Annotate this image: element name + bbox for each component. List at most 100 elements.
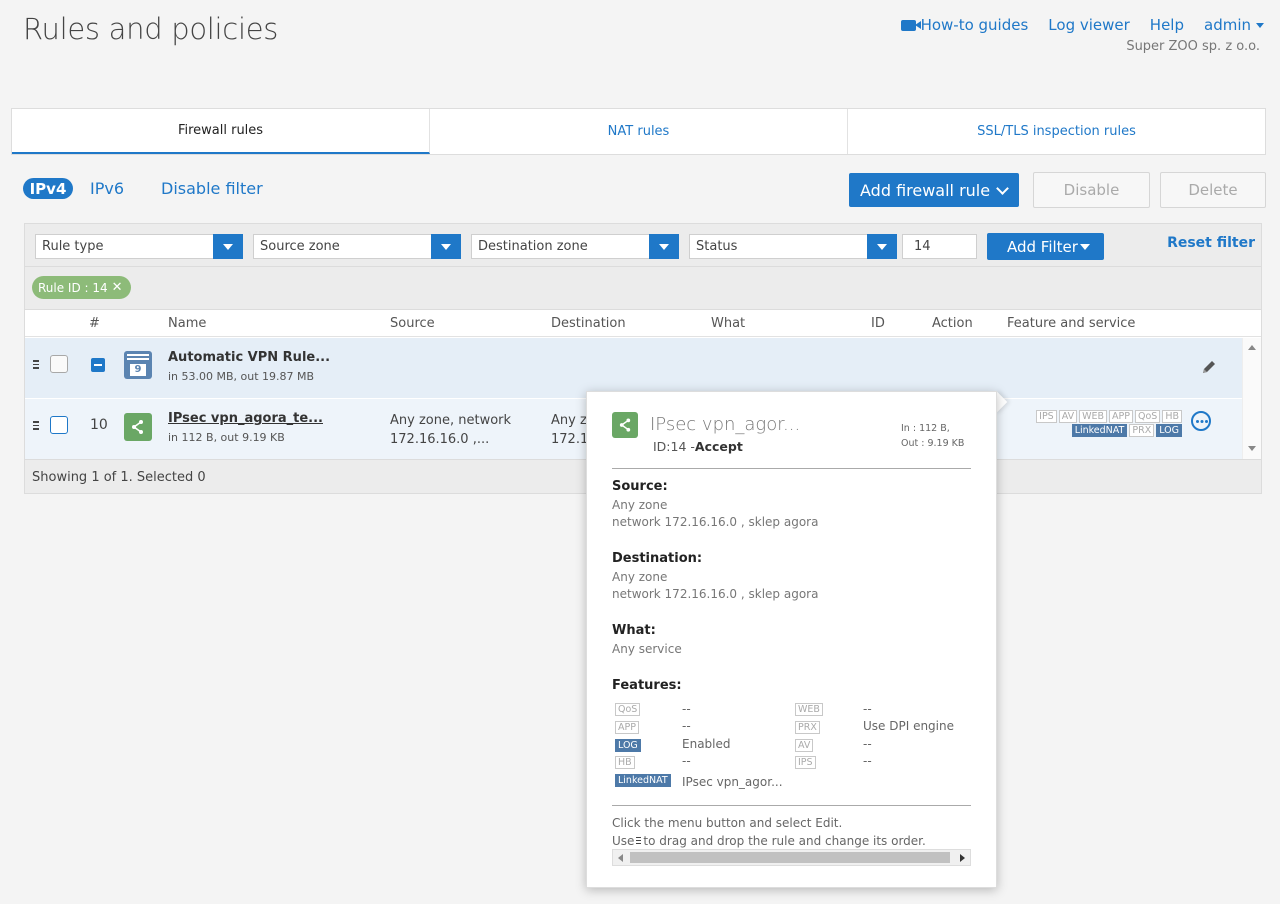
delete-button[interactable]: Delete [1160,172,1266,208]
ipv6-toggle[interactable]: IPv6 [90,179,124,198]
rule-details-popover: IPsec vpn_agor... ID:14 -Accept In : 112… [586,391,997,888]
filter-panel: Rule type Source zone Destination zone S… [24,223,1262,310]
feature-tag-web: WEB [795,703,823,716]
rule-name-link[interactable]: IPsec vpn_agora_te... [168,411,323,426]
destination-heading: Destination: [612,551,703,566]
horizontal-scrollbar[interactable] [612,849,971,866]
reset-filter-link[interactable]: Reset filter [1167,235,1255,251]
log-viewer-link[interactable]: Log viewer [1048,16,1130,34]
drag-handle-icon[interactable] [33,360,39,371]
feature-value-linkednat: IPsec vpn_agor... [682,775,783,789]
feature-tag-prx: PRX [795,721,820,734]
source-zone-select[interactable]: Source zone [253,234,461,259]
features-heading: Features: [612,678,682,693]
scroll-left-icon[interactable] [618,854,623,862]
status-select[interactable]: Status [689,234,897,259]
disable-filter-link[interactable]: Disable filter [161,179,263,198]
table-header: # Name Source Destination What ID Action… [25,310,1261,337]
video-camera-icon [900,20,921,31]
howto-guides-link[interactable]: How-to guides [900,16,1028,34]
close-icon[interactable]: ✕ [112,280,123,295]
drag-handle-icon[interactable] [33,421,39,432]
scroll-up-icon[interactable] [1248,345,1256,350]
add-firewall-rule-button[interactable]: Add firewall rule [849,173,1019,207]
divider [612,468,971,469]
disable-button[interactable]: Disable [1033,172,1150,208]
what-heading: What: [612,623,656,638]
feature-tag-app: APP [1109,410,1133,423]
feature-value-web: -- [863,702,872,716]
feature-tags: IPS AV WEB APP QoS HB LinkedNAT PRX LOG [1020,410,1182,438]
feature-value-app: -- [682,719,691,733]
row-checkbox[interactable] [50,355,68,373]
col-number: # [89,316,100,331]
dropdown-arrow-icon [649,234,679,259]
vertical-scrollbar[interactable] [1242,338,1261,459]
table-row-group[interactable]: 9 Automatic VPN Rule... in 53.00 MB, out… [25,338,1242,399]
what-details: Any service [612,642,682,656]
top-nav: How-to guides Log viewer Help admin [900,16,1264,34]
col-feature-service: Feature and service [1007,316,1136,331]
tab-nat-rules[interactable]: NAT rules [430,109,848,154]
ipv4-toggle[interactable]: IPv4 [23,178,73,199]
pencil-icon[interactable] [1200,358,1218,376]
feature-value-prx: Use DPI engine [863,719,954,733]
popover-traffic: In : 112 B, Out : 9.19 KB [901,423,965,449]
popover-rule-id: ID:14 -Accept [653,439,743,454]
row-checkbox[interactable] [50,416,68,434]
add-filter-button[interactable]: Add Filter [987,233,1104,260]
col-action: Action [932,316,973,331]
rule-group-name[interactable]: Automatic VPN Rule... [168,350,330,365]
filter-chip-rule-id: Rule ID : 14 ✕ [32,276,131,299]
tab-ssl-tls-inspection-rules[interactable]: SSL/TLS inspection rules [848,109,1265,154]
feature-tag-qos: QoS [1135,410,1161,423]
feature-tag-prx: PRX [1129,424,1155,437]
scroll-down-icon[interactable] [1248,446,1256,451]
dropdown-arrow-icon [431,234,461,259]
chevron-down-icon [996,182,1009,195]
feature-tag-linkednat: LinkedNAT [615,774,671,787]
feature-tag-linkednat: LinkedNAT [1071,424,1128,437]
destination-zone-select[interactable]: Destination zone [471,234,679,259]
rule-source: Any zone, network 172.16.16.0 ,... [390,413,512,447]
caret-down-icon [1256,23,1264,28]
help-link[interactable]: Help [1150,16,1184,34]
feature-tag-av: AV [1058,410,1078,423]
destination-details: Any zone network 172.16.16.0 , sklep ago… [612,570,819,601]
more-options-icon[interactable] [1191,411,1211,431]
divider [25,266,1261,267]
col-id: ID [871,316,885,331]
source-heading: Source: [612,479,668,494]
feature-value-log: Enabled [682,737,731,751]
drag-handle-icon [636,837,642,846]
tab-bar: Firewall rules NAT rules SSL/TLS inspect… [11,108,1266,155]
popover-title: IPsec vpn_agor... [650,414,801,435]
source-details: Any zone network 172.16.16.0 , sklep ago… [612,498,819,529]
company-name: Super ZOO sp. z o.o. [1126,39,1260,54]
caret-down-icon [1080,244,1090,250]
feature-tag-qos: QoS [615,703,641,716]
feature-tag-ips: IPS [795,756,816,769]
scrollbar-thumb[interactable] [630,852,950,863]
rule-destination: Any z 172.1 [551,413,589,447]
col-what: What [711,316,746,331]
collapse-icon[interactable] [91,358,105,372]
rule-type-select[interactable]: Rule type [35,234,243,259]
col-source: Source [390,316,435,331]
page-title: Rules and policies [23,12,279,46]
scroll-right-icon[interactable] [960,854,965,862]
rule-number: 10 [90,417,108,433]
feature-tag-av: AV [795,739,814,752]
tab-firewall-rules[interactable]: Firewall rules [12,109,430,154]
feature-value-ips: -- [863,754,872,768]
feature-tag-app: APP [615,721,639,734]
col-destination: Destination [551,316,626,331]
user-menu[interactable]: admin [1204,16,1264,34]
feature-tag-hb: HB [615,756,635,769]
share-icon [124,413,152,441]
rule-id-input[interactable]: 14 [902,234,977,259]
rule-group-icon: 9 [124,351,152,379]
rule-traffic: in 112 B, out 9.19 KB [168,431,285,444]
rule-group-traffic: in 53.00 MB, out 19.87 MB [168,370,315,383]
feature-value-hb: -- [682,754,691,768]
